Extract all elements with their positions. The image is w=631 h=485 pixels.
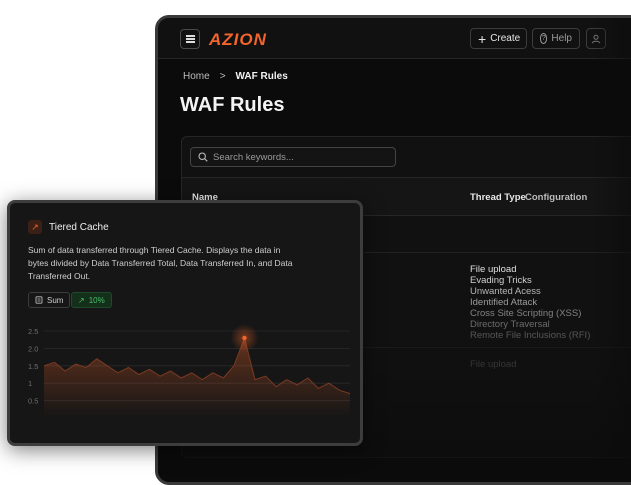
y-tick-label: 1.5 [28,362,38,371]
tiered-cache-chart: 2.5 2.0 1.5 1 0.5 [28,323,351,418]
threat-item: File upload [470,264,517,275]
threat-item: Directory Traversal [470,319,550,330]
threat-list: File upload Evading Tricks Unwanted Aces… [470,264,590,341]
change-badge-label: 10% [88,295,105,305]
breadcrumb-home[interactable]: Home [183,71,210,82]
peak-point[interactable] [242,335,247,341]
help-button-label: Help [551,33,572,44]
breadcrumb-current: WAF Rules [235,71,288,82]
column-header-configuration[interactable]: Configuration [525,192,587,203]
threat-item: File upload [470,359,517,370]
plus-icon: + [478,30,487,47]
threat-item: Cross Site Scripting (XSS) [470,308,582,319]
sum-badge-label: Sum [47,295,64,305]
series-area [44,338,350,418]
tiered-cache-title: Tiered Cache [49,222,109,233]
azion-logo[interactable]: AZION [209,30,267,50]
page-title: WAF Rules [180,94,285,116]
y-tick-label: 2.0 [28,344,38,353]
y-tick-label: 1 [28,379,32,388]
menu-button[interactable] [180,29,200,49]
user-icon [591,34,601,43]
breadcrumb-separator: > [219,71,226,82]
tiered-cache-description: Sum of data transferred through Tiered C… [28,245,293,281]
user-button[interactable] [586,28,606,49]
breadcrumb: Home > WAF Rules [183,71,288,82]
search-box[interactable] [190,147,396,167]
threat-item: Unwanted Acess [470,286,541,297]
create-button-label: Create [490,33,521,44]
search-input[interactable] [213,151,383,163]
trend-up-icon: ↗ [78,295,85,305]
threat-item: Remote File Inclusions (RFI) [470,330,591,341]
sum-badge: Sum [28,292,71,308]
arrow-up-right-icon: ↗ [28,220,42,234]
sum-icon [35,296,43,304]
y-tick-label: 2.5 [28,327,38,336]
search-icon [198,152,208,162]
column-header-threat-type[interactable]: Thread Type [470,192,526,203]
hamburger-icon [185,38,195,40]
top-bar: AZION + Create ? Help [158,18,631,59]
help-button[interactable]: ? Help [532,28,580,49]
help-icon: ? [540,33,548,44]
threat-item: Evading Tricks [470,275,532,286]
y-tick-label: 0.5 [28,397,38,406]
change-badge: ↗ 10% [71,292,112,308]
tiered-cache-card: ↗ Tiered Cache Sum of data transferred t… [7,200,363,446]
create-button[interactable]: + Create [470,28,527,49]
threat-item: Identified Attack [470,297,538,308]
